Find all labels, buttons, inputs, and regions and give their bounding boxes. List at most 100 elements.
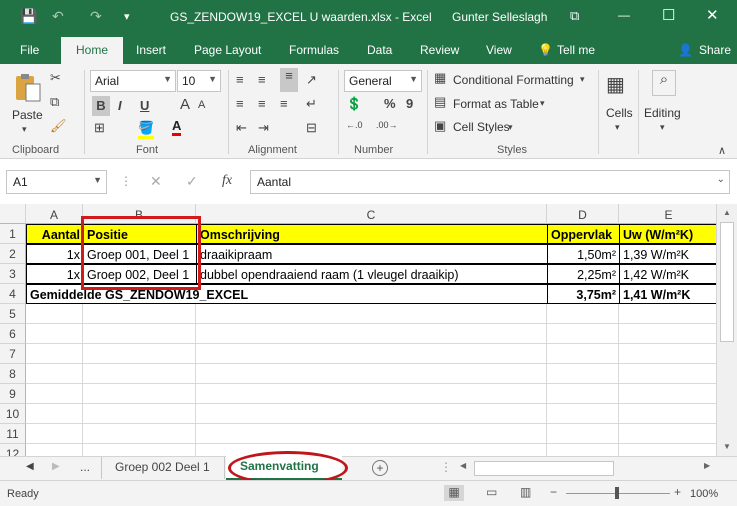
enter-icon[interactable]: ✓: [186, 173, 198, 190]
cut-icon[interactable]: ✂: [50, 70, 61, 86]
column-header-d[interactable]: D: [547, 204, 619, 224]
paste-icon[interactable]: [12, 72, 44, 104]
percent-button[interactable]: %: [384, 96, 396, 111]
number-format-select[interactable]: General ▼: [344, 70, 422, 92]
select-all-corner[interactable]: [0, 204, 26, 224]
add-sheet-button[interactable]: +: [372, 460, 388, 476]
paste-dropdown-icon[interactable]: ▾: [22, 124, 27, 135]
comma-style-button[interactable]: 9: [406, 96, 413, 111]
currency-icon[interactable]: 💲: [346, 96, 362, 112]
align-top-icon[interactable]: ≡: [236, 72, 244, 87]
row-header[interactable]: 6: [0, 324, 26, 344]
splitter-icon[interactable]: ⋮: [440, 460, 452, 474]
name-box[interactable]: A1 ▼: [6, 170, 107, 194]
row-header[interactable]: 7: [0, 344, 26, 364]
align-right-icon[interactable]: ≡: [280, 96, 288, 111]
copy-icon[interactable]: ⧉: [50, 94, 59, 110]
increase-indent-icon[interactable]: ⇥: [258, 120, 269, 136]
align-bottom-icon[interactable]: ≡: [280, 68, 298, 92]
underline-button[interactable]: U: [140, 98, 149, 113]
formula-input[interactable]: Aantal ⌄: [250, 170, 730, 194]
page-layout-view-icon[interactable]: ▭: [486, 485, 497, 499]
font-color-icon[interactable]: A: [172, 119, 182, 136]
vertical-scrollbar[interactable]: ▲ ▼: [716, 204, 737, 456]
tab-page-layout[interactable]: Page Layout: [194, 43, 261, 57]
scroll-right-icon[interactable]: ▶: [704, 461, 710, 470]
cell-a2[interactable]: 1x: [26, 244, 84, 264]
decrease-decimal-icon[interactable]: .00→: [376, 120, 398, 130]
conditional-formatting-button[interactable]: Conditional Formatting: [453, 73, 574, 87]
cell-c3[interactable]: dubbel opendraaiend raam (1 vleugel draa…: [196, 264, 548, 284]
tab-formulas[interactable]: Formulas: [289, 43, 339, 57]
align-center-icon[interactable]: ≡: [258, 96, 266, 111]
row-header[interactable]: 5: [0, 304, 26, 324]
redo-icon[interactable]: ↷: [90, 8, 102, 25]
row-header[interactable]: 11: [0, 424, 26, 444]
more-sheets-button[interactable]: ...: [80, 460, 90, 474]
column-header-e[interactable]: E: [619, 204, 716, 224]
scroll-up-icon[interactable]: ▲: [723, 208, 731, 217]
borders-icon[interactable]: ⊞: [94, 120, 105, 136]
tab-view[interactable]: View: [486, 43, 512, 57]
font-size-select[interactable]: 10 ▼: [177, 70, 221, 92]
scroll-down-icon[interactable]: ▼: [723, 442, 731, 451]
font-name-select[interactable]: Arial ▼: [90, 70, 176, 92]
decrease-font-icon[interactable]: A: [198, 99, 205, 111]
cell-e2[interactable]: 1,39 W/m²K: [619, 244, 716, 264]
fill-color-icon[interactable]: 🪣: [138, 120, 155, 139]
cell-e4[interactable]: 1,41 W/m²K: [619, 284, 716, 304]
cell-a1[interactable]: Aantal: [26, 224, 84, 244]
cell-a3[interactable]: 1x: [26, 264, 84, 284]
share-button[interactable]: Share: [699, 43, 731, 57]
italic-button[interactable]: I: [118, 98, 122, 113]
cell-d3[interactable]: 2,25m²: [547, 264, 620, 284]
zoom-out-icon[interactable]: −: [550, 485, 557, 499]
scroll-thumb[interactable]: [720, 222, 734, 342]
increase-decimal-icon[interactable]: ←.0: [346, 120, 363, 130]
column-header-c[interactable]: C: [196, 204, 547, 224]
cell-c1[interactable]: Omschrijving: [196, 224, 548, 244]
row-header[interactable]: 3: [0, 264, 26, 284]
editing-button[interactable]: Editing: [644, 106, 681, 120]
column-header-a[interactable]: A: [26, 204, 83, 224]
expand-formula-icon[interactable]: ⌄: [717, 174, 725, 185]
cancel-icon[interactable]: ✕: [150, 173, 162, 190]
cell-styles-button[interactable]: Cell Styles: [453, 120, 510, 134]
zoom-in-icon[interactable]: +: [674, 485, 681, 499]
row-header[interactable]: 9: [0, 384, 26, 404]
tab-data[interactable]: Data: [367, 43, 392, 57]
collapse-ribbon-icon[interactable]: ∧: [718, 144, 726, 157]
sheet-tab-groep-002[interactable]: Groep 002 Deel 1: [101, 457, 225, 479]
maximize-icon[interactable]: ☐: [662, 6, 675, 24]
row-header[interactable]: 12: [0, 444, 26, 456]
customize-toolbar-icon[interactable]: ▾: [124, 10, 130, 23]
zoom-slider-handle[interactable]: [615, 487, 619, 499]
scroll-left-icon[interactable]: ◀: [460, 461, 466, 470]
tab-file[interactable]: File: [20, 43, 39, 57]
next-sheet-icon[interactable]: ▶: [52, 461, 60, 472]
undo-icon[interactable]: ↶: [52, 8, 64, 25]
tab-home[interactable]: Home: [61, 37, 124, 64]
cell-e1[interactable]: Uw (W/m²K): [619, 224, 716, 244]
insert-function-button[interactable]: fx: [222, 173, 232, 189]
increase-font-icon[interactable]: A: [180, 96, 190, 113]
tab-insert[interactable]: Insert: [136, 43, 166, 57]
format-as-table-button[interactable]: Format as Table: [453, 97, 539, 111]
decrease-indent-icon[interactable]: ⇤: [236, 120, 247, 136]
wrap-text-icon[interactable]: ↵: [306, 96, 317, 112]
format-painter-icon[interactable]: 🖌: [50, 118, 67, 134]
cell-d4[interactable]: 3,75m²: [547, 284, 620, 304]
normal-view-icon[interactable]: ▦: [444, 485, 464, 501]
empty-cells[interactable]: [26, 304, 716, 456]
tab-review[interactable]: Review: [420, 43, 459, 57]
align-left-icon[interactable]: ≡: [236, 96, 244, 111]
row-header[interactable]: 10: [0, 404, 26, 424]
row-header[interactable]: 1: [0, 224, 26, 244]
close-icon[interactable]: ✕: [706, 6, 719, 24]
worksheet-grid[interactable]: A B C D E 1 2 3 4 5 6 7 8 9 10 11 12 Aan…: [0, 204, 716, 456]
align-middle-icon[interactable]: ≡: [258, 72, 266, 87]
user-name[interactable]: Gunter Selleslagh: [452, 10, 547, 24]
zoom-level[interactable]: 100%: [690, 488, 718, 500]
row-header[interactable]: 2: [0, 244, 26, 264]
tell-me-search[interactable]: Tell me: [557, 43, 595, 57]
